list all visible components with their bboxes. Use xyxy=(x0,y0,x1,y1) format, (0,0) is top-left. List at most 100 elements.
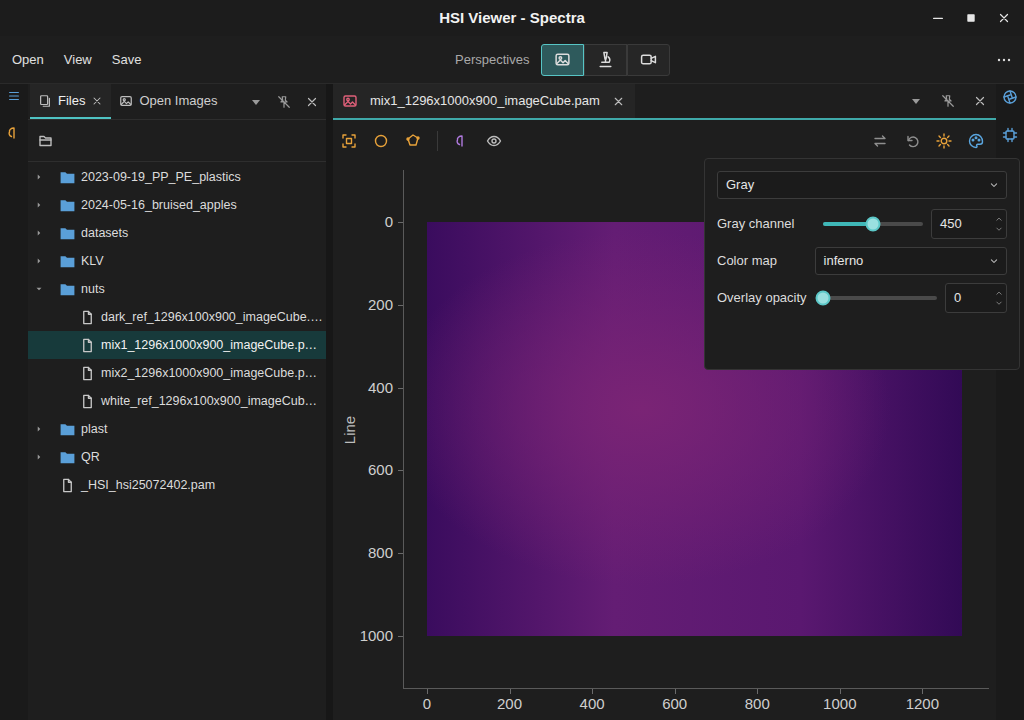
tree-item-label: nuts xyxy=(81,280,105,299)
maximize-button[interactable] xyxy=(954,0,987,36)
more-button[interactable] xyxy=(986,44,1022,76)
tree-item-label: mix1_1296x1000x900_imageCube.p… xyxy=(101,336,317,355)
image-tab[interactable]: mix1_1296x1000x900_imageCube.pam xyxy=(333,84,635,118)
gray-channel-slider[interactable] xyxy=(815,208,931,240)
tree-item[interactable]: mix1_1296x1000x900_imageCube.p… xyxy=(28,331,326,359)
x-axis xyxy=(403,688,989,689)
brain-icon[interactable] xyxy=(6,125,22,141)
tree-item[interactable]: dark_ref_1296x100x900_imageCube.… xyxy=(28,303,326,331)
tree-item[interactable]: _HSI_hsi25072402.pam xyxy=(28,471,326,499)
title-bar: HSI Viewer - Spectra xyxy=(0,0,1024,36)
slider-thumb[interactable] xyxy=(865,217,880,232)
menu-item[interactable]: Open xyxy=(4,46,52,74)
down-icon[interactable] xyxy=(994,298,1004,308)
chip-icon[interactable] xyxy=(1002,127,1018,143)
more-icon xyxy=(996,52,1012,68)
reset-button[interactable] xyxy=(896,125,928,157)
color-map-select[interactable]: inferno xyxy=(815,247,1007,275)
polygon-select-button[interactable] xyxy=(397,125,429,157)
y-tick xyxy=(398,636,403,637)
caret-right-icon[interactable] xyxy=(34,172,44,182)
y-tick-label: 800 xyxy=(333,544,393,562)
panel-menu-button[interactable] xyxy=(242,84,270,119)
tree-icon-slot xyxy=(58,478,76,493)
file-icon xyxy=(60,478,75,493)
perspectives-group: Perspectives xyxy=(455,44,670,76)
menu-bar: OpenViewSave xyxy=(0,46,455,74)
tree-item-label: QR xyxy=(81,448,100,467)
image-perspective-button[interactable] xyxy=(541,44,584,76)
x-tick xyxy=(922,689,923,694)
x-tick xyxy=(592,689,593,694)
slider-track xyxy=(823,222,923,226)
tree-item[interactable]: 2023-09-19_PP_PE_plastics xyxy=(28,163,326,191)
rectangle-select-icon xyxy=(341,133,357,149)
mode-select[interactable]: Gray xyxy=(717,171,1007,199)
tree-item[interactable]: 2024-05-16_bruised_apples xyxy=(28,191,326,219)
down-icon[interactable] xyxy=(994,224,1004,234)
caret-down-icon[interactable] xyxy=(34,284,44,294)
display-popup: Gray Gray channel 450 Color map inferno … xyxy=(704,158,1020,370)
close-icon[interactable] xyxy=(91,95,103,107)
tree-item[interactable]: nuts xyxy=(28,275,326,303)
swap-button[interactable] xyxy=(864,125,896,157)
model-button[interactable] xyxy=(446,125,478,157)
panel-close-button[interactable] xyxy=(298,84,326,119)
close-icon[interactable] xyxy=(612,95,625,108)
tree-item[interactable]: plast xyxy=(28,415,326,443)
left-sidebar xyxy=(0,84,28,720)
gray-channel-spinbox[interactable]: 450 xyxy=(931,209,1007,239)
minimize-button[interactable] xyxy=(921,0,954,36)
panel-tab[interactable]: Files xyxy=(30,84,111,119)
menu-item[interactable]: View xyxy=(56,46,100,74)
caret-right-icon[interactable] xyxy=(34,452,44,462)
tree-item-label: _HSI_hsi25072402.pam xyxy=(81,476,215,495)
splitter[interactable] xyxy=(326,84,333,720)
file-icon xyxy=(80,338,95,353)
open-folder-button[interactable] xyxy=(30,125,62,157)
caret-right-icon[interactable] xyxy=(34,228,44,238)
tree-item[interactable]: mix2_1296x1000x900_imageCube.p… xyxy=(28,359,326,387)
main-toolbar: OpenViewSave Perspectives xyxy=(0,36,1024,84)
caret-slot xyxy=(28,284,58,294)
folder-icon xyxy=(38,133,54,149)
rect-select-button[interactable] xyxy=(333,125,365,157)
tree-item[interactable]: QR xyxy=(28,443,326,471)
overlay-opacity-slider[interactable] xyxy=(815,282,945,314)
unpin-button[interactable] xyxy=(932,84,964,118)
panel-tab-label: Open Images xyxy=(139,91,217,111)
sun-icon xyxy=(936,133,952,149)
brightness-button[interactable] xyxy=(928,125,960,157)
visibility-button[interactable] xyxy=(478,125,510,157)
brain-icon xyxy=(454,133,470,149)
up-icon[interactable] xyxy=(994,214,1004,224)
panel-menu-button[interactable] xyxy=(900,84,932,118)
list-icon[interactable] xyxy=(7,89,21,103)
probe-perspective-button[interactable] xyxy=(584,44,627,76)
folder-icon xyxy=(59,449,76,466)
file-icon xyxy=(80,366,95,381)
menu-item[interactable]: Save xyxy=(104,46,150,74)
close-icon xyxy=(973,94,987,108)
folder-icon xyxy=(59,169,76,186)
aperture-icon[interactable] xyxy=(1002,89,1018,105)
close-button[interactable] xyxy=(987,0,1020,36)
slider-thumb[interactable] xyxy=(815,291,830,306)
circle-select-button[interactable] xyxy=(365,125,397,157)
panel-tab[interactable]: Open Images xyxy=(111,84,225,119)
caret-right-icon[interactable] xyxy=(34,424,44,434)
video-perspective-button[interactable] xyxy=(627,44,670,76)
caret-right-icon[interactable] xyxy=(34,200,44,210)
display-button[interactable] xyxy=(960,125,992,157)
unpin-button[interactable] xyxy=(270,84,298,119)
tree-item[interactable]: datasets xyxy=(28,219,326,247)
up-icon[interactable] xyxy=(994,288,1004,298)
panel-close-button[interactable] xyxy=(964,84,996,118)
tree-item[interactable]: white_ref_1296x100x900_imageCub… xyxy=(28,387,326,415)
image-icon xyxy=(342,93,358,109)
overlay-opacity-spinbox[interactable]: 0 xyxy=(945,283,1007,313)
caret-right-icon[interactable] xyxy=(34,256,44,266)
tree-item-label: datasets xyxy=(81,224,128,243)
tree-item[interactable]: KLV xyxy=(28,247,326,275)
y-tick-label: 400 xyxy=(333,379,393,397)
